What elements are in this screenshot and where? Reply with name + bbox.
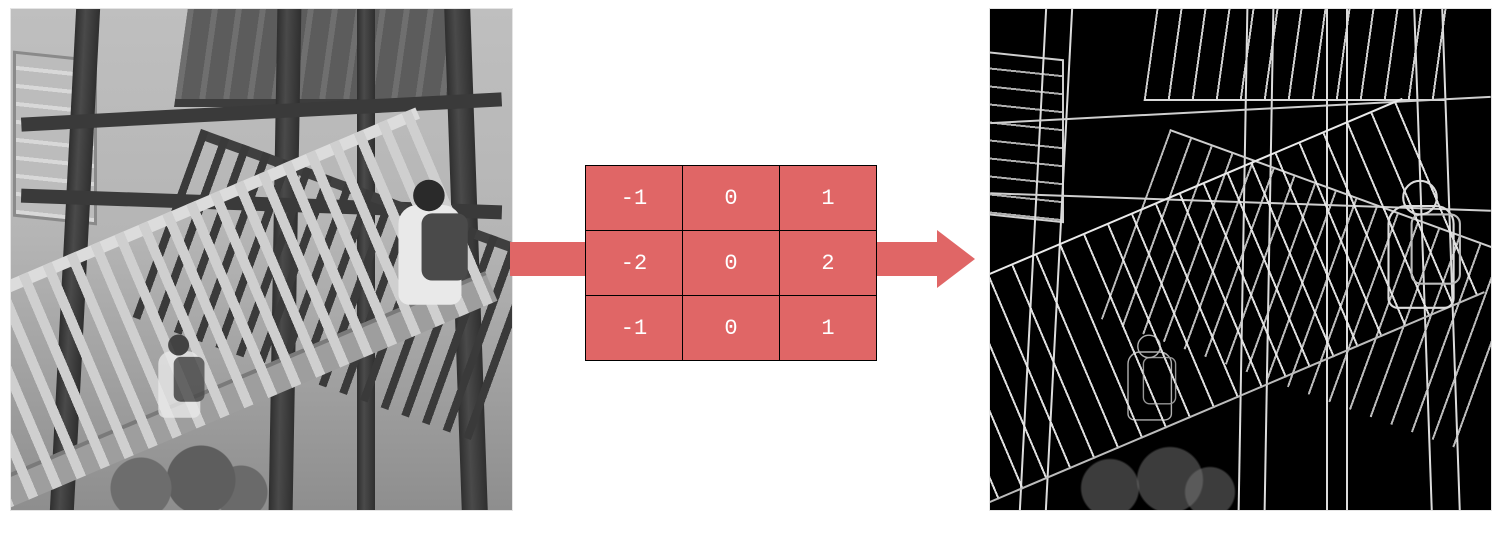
input-image <box>10 8 513 511</box>
kernel-cell: 2 <box>780 231 877 296</box>
person-outline-icon <box>1122 335 1177 454</box>
kernel-cell: -1 <box>586 166 683 231</box>
person-outline-icon <box>1379 180 1461 359</box>
edge-scene <box>990 9 1491 510</box>
kernel-cell: 0 <box>683 231 780 296</box>
kernel-row: -2 0 2 <box>586 231 877 296</box>
kernel-cell: 1 <box>780 296 877 361</box>
person-icon <box>390 180 472 359</box>
output-image <box>989 8 1492 511</box>
kernel-cell: -2 <box>586 231 683 296</box>
person-icon <box>153 335 208 454</box>
kernel-row: -1 0 1 <box>586 296 877 361</box>
kernel-cell: 1 <box>780 166 877 231</box>
kernel-cell: -1 <box>586 296 683 361</box>
kernel-cell: 0 <box>683 166 780 231</box>
convolution-kernel: -1 0 1 -2 0 2 -1 0 1 <box>585 165 877 361</box>
arrow-head-icon <box>937 230 975 288</box>
kernel-cell: 0 <box>683 296 780 361</box>
grayscale-scene <box>11 9 512 510</box>
diagram-canvas: -1 0 1 -2 0 2 -1 0 1 <box>0 0 1502 544</box>
kernel-row: -1 0 1 <box>586 166 877 231</box>
